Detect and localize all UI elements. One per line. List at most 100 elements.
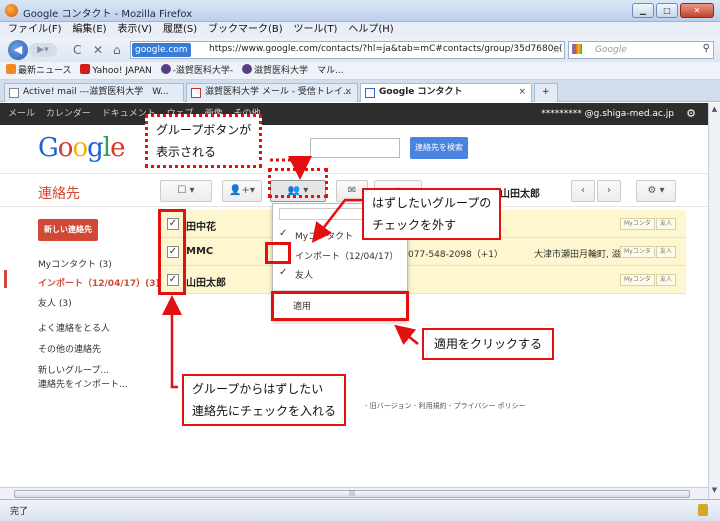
search-contacts-button[interactable]: 連絡先を検索 <box>410 137 468 159</box>
tab-strip: Active! mail ---滋賀医科大学 W... 滋賀医科大学 メール -… <box>0 80 720 102</box>
contact-address: 大津市瀬田月輪町, 滋 <box>534 250 621 260</box>
forward-icon[interactable]: ▶▾ <box>29 43 57 57</box>
scroll-down-icon[interactable]: ▼ <box>710 486 719 494</box>
table-row[interactable]: ✓ MMC 077-548-2098（+1） 大津市瀬田月輪町, 滋 Myコンタ… <box>158 238 686 266</box>
bookmark-news[interactable]: 最新ニュース <box>6 64 72 76</box>
menu-file[interactable]: ファイル(F) <box>8 24 62 35</box>
sidebar-item-other[interactable]: その他の連絡先 <box>38 342 101 355</box>
dropdown-item-friends[interactable]: 友人 <box>295 268 313 281</box>
google-engine-icon[interactable] <box>572 44 582 54</box>
dropdown-item-my-contacts[interactable]: Myコンタクト <box>295 229 353 242</box>
group-badge: Myコンタ <box>620 274 655 286</box>
google-logo[interactable]: Google <box>38 133 125 163</box>
footer-links[interactable]: - 旧バージョン - 利用規約 - プライバシー ポリシー <box>365 401 526 411</box>
close-tab-icon[interactable]: × <box>518 84 526 101</box>
bookmark-yahoo[interactable]: Yahoo! JAPAN <box>80 64 152 76</box>
sidebar-item-import-contacts[interactable]: 連絡先をインポート... <box>38 377 128 390</box>
menu-tools[interactable]: ツール(T) <box>294 24 338 35</box>
window-title: Google コンタクト - Mozilla Firefox <box>23 9 193 20</box>
contacts-search-input[interactable] <box>310 138 400 158</box>
home-icon[interactable]: ⌂ <box>113 43 121 57</box>
maximize-button[interactable]: □ <box>656 3 678 18</box>
yahoo-icon <box>80 64 91 74</box>
tab-active-mail[interactable]: Active! mail ---滋賀医科大学 W... <box>4 83 184 102</box>
contact-name[interactable]: MMC <box>186 246 213 257</box>
new-contact-button[interactable]: 新しい連絡先 <box>38 219 98 241</box>
firefox-icon <box>5 4 18 17</box>
university-icon <box>242 64 253 74</box>
site-identity[interactable]: google.com <box>132 43 191 57</box>
check-icon[interactable]: ✓ <box>279 228 287 239</box>
gbar-calendar[interactable]: カレンダー <box>46 109 91 119</box>
back-icon[interactable]: ◀ <box>8 40 28 60</box>
bookmarks-toolbar: 最新ニュース Yahoo! JAPAN -滋賀医科大学- 滋賀医科大学 マル..… <box>0 62 720 80</box>
reload-icon[interactable]: C <box>73 43 81 57</box>
menu-view[interactable]: 表示(V) <box>117 24 152 35</box>
contact-phone: 077-548-2098（+1） <box>408 250 504 260</box>
stop-icon[interactable]: ✕ <box>93 43 103 57</box>
sidebar: 新しい連絡先 Myコンタクト (3) インポート（12/04/17）(3) 友人… <box>0 207 160 487</box>
bookmark-shiga-2[interactable]: 滋賀医科大学 マル... <box>242 64 344 76</box>
menu-edit[interactable]: 編集(E) <box>72 24 106 35</box>
horizontal-scrollbar[interactable]: ||| <box>0 487 708 499</box>
close-button[interactable]: ✕ <box>680 3 714 18</box>
search-placeholder: Google <box>595 45 627 55</box>
contact-name[interactable]: 山田太郎 <box>186 274 226 289</box>
menubar: ファイル(F) 編集(E) 表示(V) 履歴(S) ブックマーク(B) ツール(… <box>0 22 720 38</box>
contacts-icon <box>365 88 375 98</box>
gbar-mail[interactable]: メール <box>8 109 35 119</box>
sidebar-item-my-contacts[interactable]: Myコンタクト (3) <box>38 257 112 270</box>
rss-icon <box>6 64 16 74</box>
annotation-click-apply: 適用をクリックする <box>422 328 555 360</box>
minimize-button[interactable]: ▁ <box>632 3 654 18</box>
annotation-uncheck-group: はずしたいグループの チェックを外す <box>362 188 502 240</box>
bookmark-shiga-1[interactable]: -滋賀医科大学- <box>160 64 233 76</box>
uncheck-highlight <box>265 242 291 264</box>
close-tab-icon[interactable]: × <box>344 84 352 101</box>
group-badge: 友人 <box>656 246 677 258</box>
settings-gear-icon[interactable]: ⚙ ▾ <box>636 180 676 202</box>
group-button-highlight <box>268 168 328 198</box>
sidebar-item-frequent[interactable]: よく連絡をとる人 <box>38 321 110 334</box>
page-icon <box>9 88 19 98</box>
sidebar-item-new-group[interactable]: 新しいグループ... <box>38 363 109 376</box>
search-icon[interactable]: ⚲ <box>703 43 710 54</box>
menu-history[interactable]: 履歴(S) <box>163 24 197 35</box>
gmail-icon <box>191 88 201 98</box>
menu-bookmarks[interactable]: ブックマーク(B) <box>208 24 283 35</box>
check-icon[interactable]: ✓ <box>279 267 287 278</box>
table-row[interactable]: ✓ 山田太郎 Myコンタ 友人 <box>158 266 686 294</box>
scroll-up-icon[interactable]: ▲ <box>710 105 719 113</box>
lock-icon <box>698 504 708 516</box>
sidebar-item-friends[interactable]: 友人 (3) <box>38 296 72 309</box>
bookmark-star-icon[interactable]: ☆ <box>551 43 561 56</box>
contacts-toolbar: 連絡先 ☐ ▾ 👤+▾ 👥 ▾ ✉ ▾ 山田太郎 ‹ › ⚙ ▾ <box>0 173 708 207</box>
group-badge: 友人 <box>656 274 677 286</box>
tab-shiga-mail[interactable]: 滋賀医科大学 メール - 受信トレイ... × <box>186 83 358 102</box>
contact-name[interactable]: 田中花 <box>186 218 216 233</box>
menu-help[interactable]: ヘルプ(H) <box>348 24 393 35</box>
sidebar-item-import[interactable]: インポート（12/04/17）(3) <box>38 276 160 289</box>
address-bar[interactable]: google.com https://www.google.com/contac… <box>130 41 565 59</box>
window-titlebar: Google コンタクト - Mozilla Firefox ▁ □ ✕ <box>0 0 720 22</box>
browser-search-input[interactable]: Google ⚲ <box>568 41 714 59</box>
account-email[interactable]: ********* @g.shiga-med.ac.jp <box>541 103 674 125</box>
scroll-thumb[interactable]: ||| <box>14 490 690 498</box>
university-icon <box>160 64 171 74</box>
dropdown-item-import[interactable]: インポート（12/04/17） <box>295 249 398 262</box>
gear-icon[interactable]: ⚙ <box>686 107 696 120</box>
annotation-group-button: グループボタンが 表示される <box>145 114 263 168</box>
new-tab-button[interactable]: + <box>534 83 558 102</box>
select-checkbox-button[interactable]: ☐ ▾ <box>160 180 212 202</box>
prev-arrow-icon[interactable]: ‹ <box>571 180 595 202</box>
vertical-scrollbar[interactable]: ▲ ▼ <box>708 103 720 499</box>
selected-contact-name: 山田太郎 <box>500 189 540 200</box>
page-title: 連絡先 <box>38 186 80 202</box>
google-bar: メール カレンダー ドキュメント ウェブ 画像 その他 ********* @g… <box>0 103 708 125</box>
add-to-group-button[interactable]: 👤+▾ <box>222 180 262 202</box>
group-badge: Myコンタ <box>620 246 655 258</box>
tab-google-contacts[interactable]: Google コンタクト × <box>360 83 532 102</box>
annotation-check-contacts: グループからはずしたい 連絡先にチェックを入れる <box>182 374 347 426</box>
active-indicator <box>4 270 7 288</box>
next-arrow-icon[interactable]: › <box>597 180 621 202</box>
